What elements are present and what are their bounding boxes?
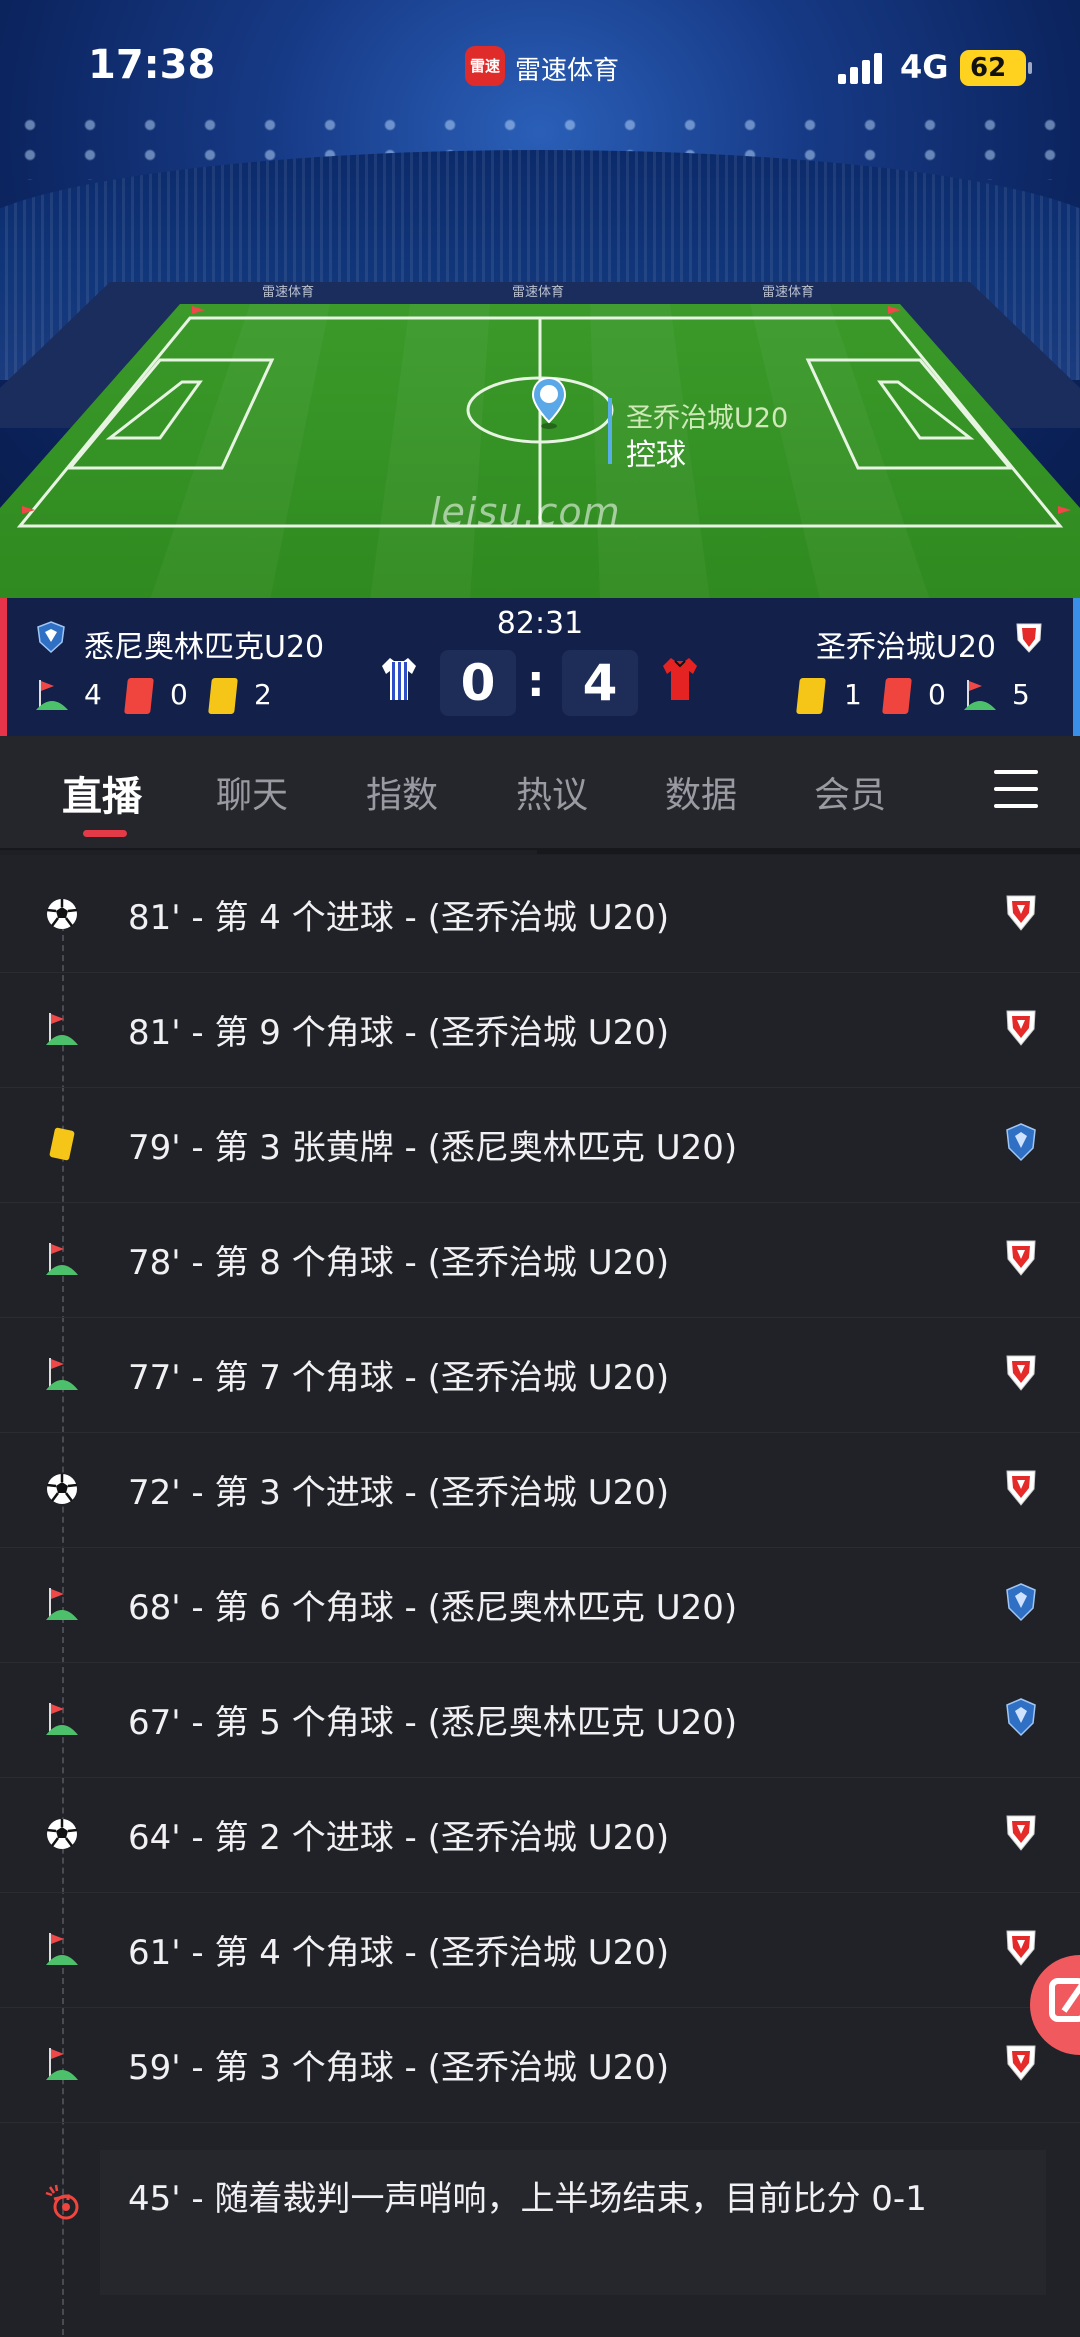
event-row: 59' - 第 3 个角球 - (圣乔治城 U20) (0, 2008, 1080, 2123)
corner-flag-icon (44, 1586, 80, 1622)
event-text: 81' - 第 4 个进球 - (圣乔治城 U20) (128, 898, 670, 938)
app-name: 雷速体育 (515, 56, 620, 86)
network-type: 4G (900, 48, 949, 86)
pitch: 雷速体育 雷速体育 雷速体育 (0, 268, 1080, 600)
event-text: 64' - 第 2 个进球 - (圣乔治城 U20) (128, 1818, 670, 1858)
corner-flag-icon (36, 680, 68, 710)
tab-live[interactable]: 直播 (62, 764, 142, 822)
corner-flag-icon (44, 1701, 80, 1737)
corner-flag-icon (44, 1241, 80, 1277)
event-text: 45' - 随着裁判一声哨响，上半场结束，目前比分 0-1 (128, 2179, 927, 2219)
tab-membership[interactable]: 会员 (814, 766, 886, 818)
event-row: 81' - 第 4 个进球 - (圣乔治城 U20) (0, 858, 1080, 973)
half-time-event: 45' - 随着裁判一声哨响，上半场结束，目前比分 0-1 (100, 2150, 1046, 2295)
away-team-crest-icon (1016, 623, 1042, 653)
away-team-crest-icon (1005, 892, 1037, 932)
watermark: leisu.com (430, 490, 621, 534)
home-jersey-icon (382, 658, 416, 700)
event-text: 78' - 第 8 个角球 - (圣乔治城 U20) (128, 1243, 670, 1283)
home-corners-count: 4 (84, 678, 102, 711)
pitch-field: 雷速体育 雷速体育 雷速体育 (0, 282, 1080, 600)
home-yellow-cards-count: 2 (254, 678, 272, 711)
match-live-screen: 17:38 雷速 雷速体育 4G 62 雷速体育 雷速体育 雷速体育 圣乔治城U… (0, 0, 1080, 2337)
whistle-icon (45, 2184, 79, 2220)
event-row: 68' - 第 6 个角球 - (悉尼奥林匹克 U20) (0, 1548, 1080, 1663)
away-team-crest-icon (1005, 1007, 1037, 1047)
signal-strength-icon (838, 52, 886, 84)
away-red-cards-count: 0 (928, 678, 946, 711)
live-event-timeline: 81' - 第 4 个进球 - (圣乔治城 U20) 81' - 第 9 个角球 … (0, 855, 1080, 2337)
away-corners-count: 5 (1012, 678, 1030, 711)
away-score: 4 (562, 650, 638, 716)
event-text: 77' - 第 7 个角球 - (圣乔治城 U20) (128, 1358, 670, 1398)
away-team-crest-icon (1005, 1467, 1037, 1507)
svg-text:雷速体育: 雷速体育 (512, 284, 564, 300)
event-text: 67' - 第 5 个角球 - (悉尼奥林匹克 U20) (128, 1703, 738, 1743)
event-row: 81' - 第 9 个角球 - (圣乔治城 U20) (0, 973, 1080, 1088)
yellow-card-icon (44, 1126, 80, 1162)
possession-label: 控球 (626, 438, 686, 473)
event-row: 79' - 第 3 张黄牌 - (悉尼奥林匹克 U20) (0, 1088, 1080, 1203)
divider (537, 848, 1080, 854)
away-team-crest-icon (1005, 1812, 1037, 1852)
event-row: 61' - 第 4 个角球 - (圣乔治城 U20) (0, 1893, 1080, 2008)
event-text: 81' - 第 9 个角球 - (圣乔治城 U20) (128, 1013, 670, 1053)
soccer-ball-icon (44, 896, 80, 932)
event-text: 68' - 第 6 个角球 - (悉尼奥林匹克 U20) (128, 1588, 738, 1628)
svg-text:雷速体育: 雷速体育 (262, 284, 314, 300)
event-text: 79' - 第 3 张黄牌 - (悉尼奥林匹克 U20) (128, 1128, 738, 1168)
score-separator: : (527, 656, 545, 707)
away-jersey-icon (663, 658, 697, 700)
possession-indicator (608, 398, 612, 464)
tab-odds[interactable]: 指数 (366, 766, 438, 818)
corner-flag-icon (44, 1011, 80, 1047)
tab-discussion[interactable]: 热议 (516, 766, 588, 818)
away-team-crest-icon (1005, 1237, 1037, 1277)
edit-floating-button[interactable] (1030, 1955, 1080, 2055)
corner-flag-icon (44, 2046, 80, 2082)
tab-data[interactable]: 数据 (665, 766, 737, 818)
corner-flag-icon (44, 1356, 80, 1392)
away-yellow-cards-count: 1 (844, 678, 862, 711)
menu-icon[interactable] (994, 770, 1038, 808)
event-text: 59' - 第 3 个角球 - (圣乔治城 U20) (128, 2048, 670, 2088)
yellow-card-icon (796, 678, 826, 714)
home-red-cards-count: 0 (170, 678, 188, 711)
event-row: 67' - 第 5 个角球 - (悉尼奥林匹克 U20) (0, 1663, 1080, 1778)
event-text: 61' - 第 4 个角球 - (圣乔治城 U20) (128, 1933, 670, 1973)
edit-icon (1049, 1978, 1080, 2022)
app-logo-icon: 雷速 (465, 46, 505, 86)
tab-bar: 直播 聊天 指数 热议 数据 会员 (0, 736, 1080, 848)
home-team-crest-icon (1005, 1697, 1037, 1737)
home-team-crest-icon (1005, 1122, 1037, 1162)
event-row: 64' - 第 2 个进球 - (圣乔治城 U20) (0, 1778, 1080, 1893)
ball-location-icon (531, 376, 567, 429)
home-score: 0 (440, 650, 516, 716)
red-card-icon (124, 678, 154, 714)
svg-text:雷速体育: 雷速体育 (762, 284, 814, 300)
corner-flag-icon (964, 680, 996, 710)
event-row: 78' - 第 8 个角球 - (圣乔治城 U20) (0, 1203, 1080, 1318)
event-row: 77' - 第 7 个角球 - (圣乔治城 U20) (0, 1318, 1080, 1433)
soccer-ball-icon (44, 1816, 80, 1852)
home-team-crest-icon (1005, 1582, 1037, 1622)
battery-icon: 62 (960, 50, 1032, 86)
away-team-crest-icon (1005, 1352, 1037, 1392)
clock: 17:38 (88, 42, 216, 88)
active-tab-indicator (83, 830, 127, 837)
red-card-icon (882, 678, 912, 714)
away-team-name[interactable]: 圣乔治城U20 (816, 622, 996, 666)
status-bar: 17:38 雷速 雷速体育 4G 62 (0, 0, 1080, 130)
event-row: 72' - 第 3 个进球 - (圣乔治城 U20) (0, 1433, 1080, 1548)
yellow-card-icon (208, 678, 238, 714)
corner-flag-icon (44, 1931, 80, 1967)
soccer-ball-icon (44, 1471, 80, 1507)
event-text: 72' - 第 3 个进球 - (圣乔治城 U20) (128, 1473, 670, 1513)
tab-chat[interactable]: 聊天 (216, 766, 288, 818)
